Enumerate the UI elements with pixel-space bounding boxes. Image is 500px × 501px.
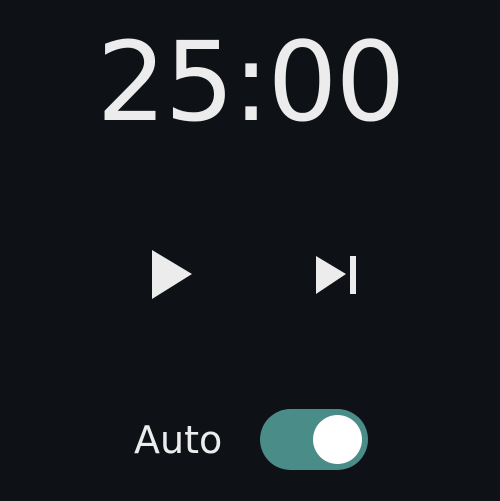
play-icon [140,243,202,305]
skip-next-button[interactable] [306,243,368,305]
timer-display: 25:00 [96,18,405,146]
auto-label: Auto [134,418,223,462]
play-button[interactable] [140,243,202,305]
skip-next-icon [306,243,368,305]
auto-toggle[interactable] [260,409,368,470]
toggle-knob[interactable] [313,415,362,464]
